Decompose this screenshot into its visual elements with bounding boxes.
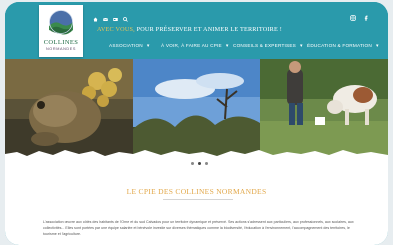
nav-item-education[interactable]: ÉDUCATION & FORMATION ▾ xyxy=(307,43,379,49)
nav-label: ASSOCIATION xyxy=(109,43,143,48)
chevron-down-icon: ▾ xyxy=(146,43,150,49)
nav-label: ÉDUCATION & FORMATION xyxy=(307,43,372,48)
card-icon[interactable] xyxy=(113,9,118,21)
home-icon[interactable] xyxy=(93,9,98,22)
hero-carousel[interactable] xyxy=(5,59,388,159)
site-header: COLLINES NORMANDES AVEC VOUS, POUR PRÉSE… xyxy=(5,2,388,59)
social-links xyxy=(350,8,369,21)
instagram-icon[interactable] xyxy=(350,8,356,21)
tagline-text: POUR PRÉSERVER ET ANIMER LE TERRITOIRE ! xyxy=(134,26,282,33)
nav-item-a-voir[interactable]: À VOIR, À FAIRE AU CPIE ▾ xyxy=(161,43,229,49)
nav-item-conseils[interactable]: CONSEILS & EXPERTISES ▾ xyxy=(233,43,303,49)
chevron-down-icon: ▾ xyxy=(300,43,303,49)
mail-icon[interactable] xyxy=(103,9,108,21)
logo-subtitle: NORMANDES xyxy=(45,47,77,51)
carousel-dot[interactable] xyxy=(205,162,208,165)
browser-frame: COLLINES NORMANDES AVEC VOUS, POUR PRÉSE… xyxy=(5,2,388,245)
facebook-icon[interactable] xyxy=(363,8,369,21)
section-divider xyxy=(163,199,233,200)
carousel-dot-active[interactable] xyxy=(198,162,201,165)
search-icon[interactable] xyxy=(123,9,128,22)
section-title: LE CPIE DES COLLINES NORMANDES xyxy=(126,187,267,196)
nav-label: À VOIR, À FAIRE AU CPIE xyxy=(161,43,222,48)
logo-mark-icon xyxy=(49,10,73,35)
nav-label: CONSEILS & EXPERTISES xyxy=(233,43,296,48)
chevron-down-icon: ▾ xyxy=(225,43,229,49)
main-nav: ASSOCIATION ▾ À VOIR, À FAIRE AU CPIE ▾ CO… xyxy=(101,43,381,51)
nav-item-association[interactable]: ASSOCIATION ▾ xyxy=(109,43,150,49)
site-logo[interactable]: COLLINES NORMANDES xyxy=(39,5,83,57)
chevron-down-icon: ▾ xyxy=(375,43,379,49)
utility-icons xyxy=(93,9,128,22)
carousel-dot[interactable] xyxy=(191,162,194,165)
intro-paragraph: L'association œuvre aux côtés des habita… xyxy=(43,220,354,236)
hero-collage-image xyxy=(5,59,388,159)
logo-name: COLLINES xyxy=(43,39,79,46)
site-tagline: AVEC VOUS, POUR PRÉSERVER ET ANIMER LE T… xyxy=(97,26,282,33)
carousel-pagination xyxy=(191,162,208,165)
tagline-accent: AVEC VOUS, xyxy=(97,26,135,33)
